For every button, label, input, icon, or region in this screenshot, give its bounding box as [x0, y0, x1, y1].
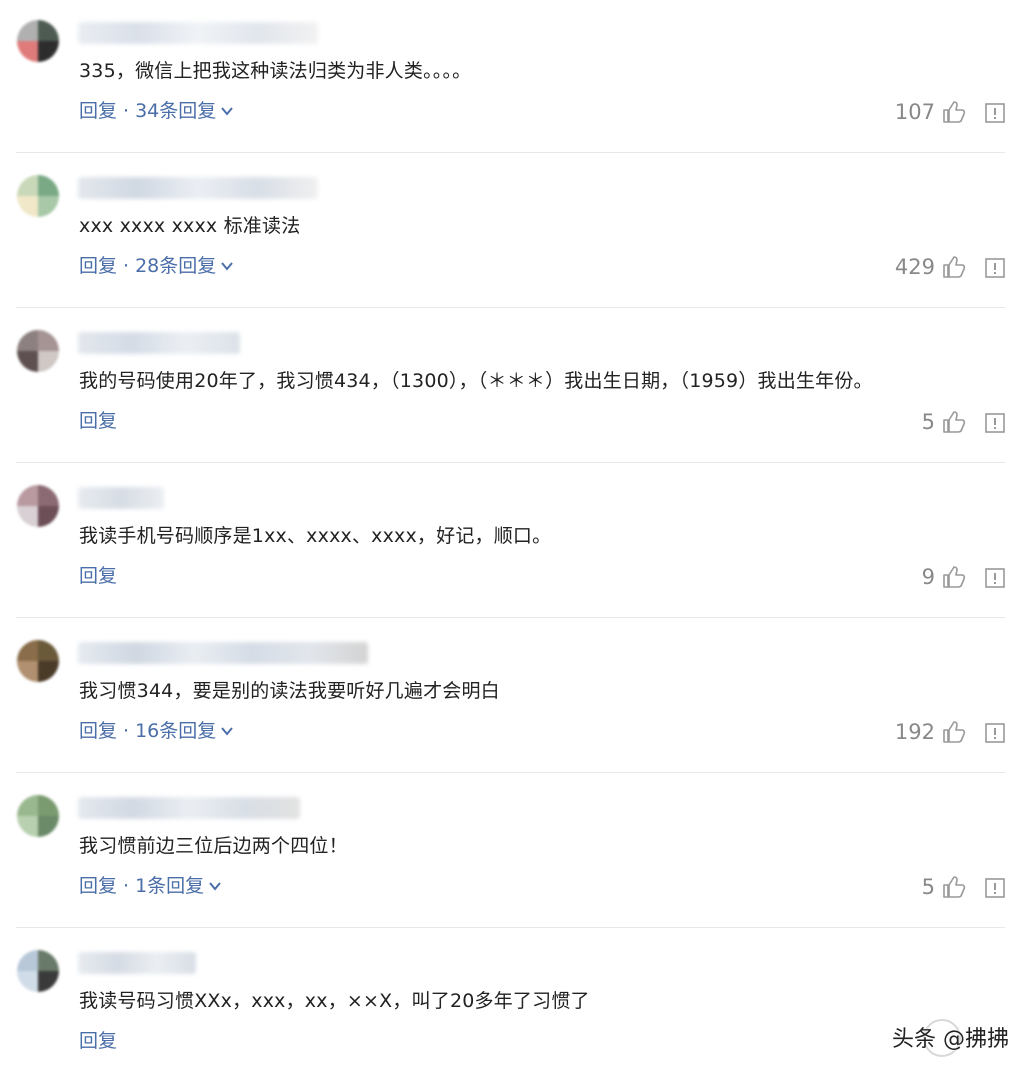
separator: ·: [123, 100, 130, 122]
watermark: 头条 @拂拂: [892, 1027, 1009, 1052]
comment-item: 我习惯344，要是别的读法我要听好几遍才会明白 回复 · 16条回复 192: [0, 620, 1031, 775]
username-blurred[interactable]: [78, 487, 164, 509]
reply-button[interactable]: 回复: [79, 254, 117, 278]
comment-item: 我的号码使用20年了，我习惯434，（1300），（＊＊＊）我出生日期，（195…: [0, 310, 1031, 465]
reply-row: 回复: [79, 409, 117, 433]
thumbs-up-icon[interactable]: [941, 564, 967, 590]
like-area: 5: [922, 409, 967, 435]
username-blurred[interactable]: [78, 177, 318, 199]
thumbs-up-icon[interactable]: [941, 254, 967, 280]
reply-button[interactable]: 回复: [79, 719, 117, 743]
comment-text: 我习惯前边三位后边两个四位！: [79, 835, 348, 857]
avatar[interactable]: [17, 795, 59, 837]
like-count: 5: [921, 410, 935, 434]
separator: ·: [123, 720, 130, 742]
reply-row: 回复: [79, 564, 117, 588]
divider: [16, 152, 1005, 153]
like-count: 429: [894, 255, 935, 279]
chevron-down-icon[interactable]: [208, 879, 222, 893]
avatar[interactable]: [17, 175, 59, 217]
like-area: 107: [895, 99, 967, 125]
username-blurred[interactable]: [78, 797, 300, 819]
divider: [16, 617, 1005, 618]
reply-row: 回复 · 28条回复: [79, 254, 234, 278]
username-blurred[interactable]: [78, 332, 240, 354]
reply-row: 回复 · 1条回复: [79, 874, 222, 898]
comment-text: 我读手机号码顺序是1xx、xxxx、xxxx，好记，顺口。: [79, 525, 552, 547]
reply-button[interactable]: 回复: [79, 564, 117, 588]
thumbs-up-icon[interactable]: [941, 874, 967, 900]
comment-text: xxx xxxx xxxx 标准读法: [79, 215, 301, 237]
comment-item: 我读号码习惯XXx，xxx，xx，××X，叫了20多年了习惯了 回复: [0, 930, 1031, 1085]
avatar[interactable]: [17, 20, 59, 62]
username-blurred[interactable]: [78, 642, 368, 664]
separator: ·: [123, 255, 130, 277]
report-icon[interactable]: [985, 878, 1005, 898]
thumbs-up-icon[interactable]: [941, 409, 967, 435]
comment-item: 我习惯前边三位后边两个四位！ 回复 · 1条回复 5: [0, 775, 1031, 930]
divider: [16, 927, 1005, 928]
view-replies-link[interactable]: 1条回复: [135, 874, 204, 898]
chevron-down-icon[interactable]: [220, 259, 234, 273]
like-count: 192: [894, 720, 935, 744]
like-area: 9: [922, 564, 967, 590]
reply-row: 回复 · 34条回复: [79, 99, 234, 123]
username-blurred[interactable]: [78, 22, 318, 44]
thumbs-up-icon[interactable]: [941, 99, 967, 125]
reply-button[interactable]: 回复: [79, 874, 117, 898]
like-area: 5: [922, 874, 967, 900]
username-blurred[interactable]: [78, 952, 196, 974]
report-icon[interactable]: [985, 568, 1005, 588]
report-icon[interactable]: [985, 723, 1005, 743]
like-count: 107: [894, 100, 935, 124]
like-area: 192: [895, 719, 967, 745]
report-icon[interactable]: [985, 103, 1005, 123]
chevron-down-icon[interactable]: [220, 104, 234, 118]
avatar[interactable]: [17, 485, 59, 527]
comment-item: 我读手机号码顺序是1xx、xxxx、xxxx，好记，顺口。 回复 9: [0, 465, 1031, 620]
report-icon[interactable]: [985, 258, 1005, 278]
reply-button[interactable]: 回复: [79, 409, 117, 433]
avatar[interactable]: [17, 640, 59, 682]
divider: [16, 772, 1005, 773]
like-area: 429: [895, 254, 967, 280]
thumbs-up-icon[interactable]: [941, 719, 967, 745]
reply-button[interactable]: 回复: [79, 1029, 117, 1053]
view-replies-link[interactable]: 16条回复: [135, 719, 216, 743]
comment-text: 我读号码习惯XXx，xxx，xx，××X，叫了20多年了习惯了: [79, 990, 590, 1012]
reply-row: 回复 · 16条回复: [79, 719, 234, 743]
chevron-down-icon[interactable]: [220, 724, 234, 738]
view-replies-link[interactable]: 28条回复: [135, 254, 216, 278]
view-replies-link[interactable]: 34条回复: [135, 99, 216, 123]
separator: ·: [123, 875, 130, 897]
report-icon[interactable]: [985, 413, 1005, 433]
avatar[interactable]: [17, 330, 59, 372]
comment-item: xxx xxxx xxxx 标准读法 回复 · 28条回复 429: [0, 155, 1031, 310]
comment-text: 我习惯344，要是别的读法我要听好几遍才会明白: [79, 680, 500, 702]
divider: [16, 462, 1005, 463]
comment-text: 我的号码使用20年了，我习惯434，（1300），（＊＊＊）我出生日期，（195…: [79, 370, 873, 392]
reply-row: 回复: [79, 1029, 117, 1053]
reply-button[interactable]: 回复: [79, 99, 117, 123]
like-count: 5: [921, 875, 935, 899]
avatar[interactable]: [17, 950, 59, 992]
comment-item: 335，微信上把我这种读法归类为非人类。。。。 回复 · 34条回复 107: [0, 0, 1031, 155]
divider: [16, 307, 1005, 308]
like-count: 9: [921, 565, 935, 589]
comment-text: 335，微信上把我这种读法归类为非人类。。。。: [79, 60, 472, 82]
